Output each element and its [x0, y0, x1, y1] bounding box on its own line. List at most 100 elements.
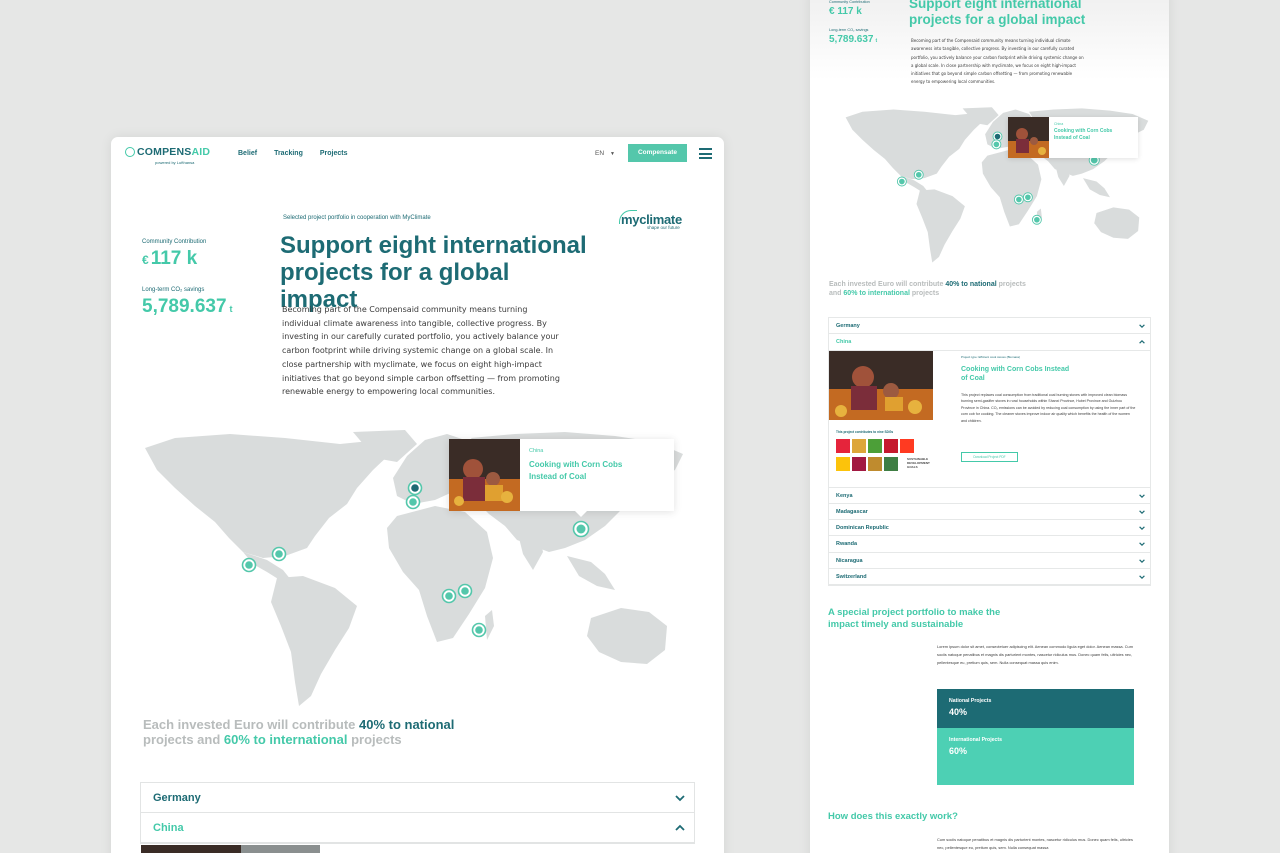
- accordion-row-china[interactable]: China: [141, 813, 694, 843]
- pin-kenya[interactable]: [457, 583, 473, 599]
- language-selector[interactable]: EN ▼: [595, 150, 615, 157]
- nav-links: Belief Tracking Projects: [238, 150, 347, 157]
- logo-main: COMPENS: [137, 146, 192, 158]
- how-it-works-body: Cum sociis natoque penatibus et magnis d…: [937, 837, 1133, 851]
- logo-subline: powered by Lufthansa: [155, 160, 195, 165]
- language-label: EN: [595, 150, 605, 157]
- hero-headline: Support eight international projects for…: [909, 0, 1086, 27]
- accordion-row-rwanda[interactable]: Rwanda: [829, 536, 1150, 553]
- pin-germany[interactable]: [407, 480, 423, 496]
- accordion-row-dominican-republic[interactable]: Dominican Republic: [829, 520, 1150, 537]
- sdg-tile-icon: [852, 438, 866, 453]
- north-america-shape: [145, 434, 390, 558]
- pin-china[interactable]: [572, 520, 590, 538]
- southeast-asia-shape: [567, 556, 615, 590]
- nav-link-belief[interactable]: Belief: [238, 150, 257, 157]
- desktop-page-window: COMPENSAID powered by Lufthansa Belief T…: [111, 137, 724, 853]
- sdg-tile-icon: [884, 438, 898, 453]
- sdg-tile-icon: [836, 438, 850, 453]
- pin-dominican-republic[interactable]: [271, 546, 287, 562]
- south-america-shape: [271, 576, 357, 706]
- sdg-tile-icon: [852, 456, 866, 471]
- accordion-row-germany[interactable]: Germany: [829, 318, 1150, 335]
- pin-switzerland[interactable]: [991, 139, 1002, 150]
- split-national: 40% to national: [945, 281, 997, 288]
- pin-madagascar[interactable]: [471, 622, 487, 638]
- hamburger-menu-icon[interactable]: [699, 148, 712, 159]
- co2-savings-value: 5,789.637 t: [142, 296, 233, 318]
- split-suffix: projects: [911, 290, 940, 297]
- full-page-preview-window: Community Contribution € 117 k Long-term…: [810, 0, 1169, 853]
- australia-shape: [587, 608, 667, 664]
- sdg-logo: SUSTAINABLE DEVELOPMENT GOALS: [907, 456, 930, 469]
- china-project-photo: [141, 845, 320, 853]
- accordion-row-china[interactable]: China: [829, 334, 1150, 351]
- project-type: Project type: Efficient cook stoves (Bio…: [961, 354, 1021, 359]
- accordion-row-madagascar[interactable]: Madagascar: [829, 504, 1150, 521]
- accordion-label: Dominican Republic: [836, 525, 889, 532]
- accordion-label: Madagascar: [836, 508, 868, 515]
- split-prefix: Each invested Euro will contribute: [143, 717, 356, 732]
- sdg-tile-icon: [900, 438, 914, 453]
- national-projects-label: National Projects: [949, 698, 992, 704]
- africa-shape: [387, 506, 493, 642]
- chevron-down-icon: [675, 795, 685, 802]
- compensaid-logo[interactable]: COMPENSAID powered by Lufthansa: [125, 146, 210, 168]
- accordion-row-kenya[interactable]: Kenya: [829, 488, 1150, 504]
- pin-rwanda[interactable]: [441, 588, 457, 604]
- chevron-up-icon: [1139, 340, 1145, 344]
- myclimate-logo[interactable]: myclimate shape our future: [619, 210, 689, 236]
- pin-dominican-republic[interactable]: [913, 169, 924, 180]
- sdg-tile-icon: [868, 438, 882, 453]
- pin-switzerland[interactable]: [405, 494, 421, 510]
- co2-amount: 5,789.637: [829, 34, 874, 45]
- compensate-button[interactable]: Compensate: [628, 144, 687, 162]
- community-amount: 117 k: [150, 248, 198, 269]
- special-portfolio-heading: A special project portfolio to make the …: [828, 607, 1001, 630]
- accordion-row-nicaragua[interactable]: Nicaragua: [829, 553, 1150, 570]
- accordion-row-germany[interactable]: Germany: [141, 783, 694, 813]
- split-suffix: projects: [351, 732, 402, 747]
- national-projects-bar: National Projects 40%: [937, 689, 1134, 728]
- chevron-down-icon: [1139, 526, 1145, 531]
- contribution-split-text: Each invested Euro will contribute 40% t…: [143, 717, 473, 747]
- sdg-tile-icon: [868, 456, 882, 471]
- co2-savings-value: 5,789.637 t: [829, 34, 877, 45]
- project-photo: [449, 439, 520, 511]
- split-international: 60% to international: [843, 290, 910, 297]
- national-projects-value: 40%: [949, 707, 968, 717]
- international-projects-label: International Projects: [949, 737, 1003, 743]
- pin-nicaragua[interactable]: [241, 557, 257, 573]
- community-contribution-value: €117 k: [142, 248, 197, 270]
- accordion-label: Germany: [153, 792, 201, 804]
- chevron-down-icon: [1139, 559, 1145, 563]
- split-middle: projects and: [143, 732, 221, 747]
- chevron-down-icon: [1139, 542, 1145, 547]
- pin-nicaragua[interactable]: [896, 176, 907, 187]
- split-prefix: Each invested Euro will contribute: [829, 281, 944, 288]
- pin-madagascar[interactable]: [1031, 214, 1042, 225]
- contribution-split-text: Each invested Euro will contribute 40% t…: [829, 280, 1029, 298]
- accordion-label: Rwanda: [836, 541, 858, 548]
- india-shape: [517, 530, 543, 570]
- download-pdf-button[interactable]: Download Project PDF: [961, 451, 1018, 462]
- sdg-tile-icon: [836, 456, 850, 471]
- accordion-row-switzerland[interactable]: Switzerland: [829, 569, 1150, 586]
- currency-symbol: €: [142, 253, 149, 267]
- map-card-title: Cooking with Corn Cobs Instead of Coal: [529, 460, 623, 481]
- accordion-label: Nicaragua: [836, 557, 863, 564]
- map-project-card[interactable]: China Cooking with Corn Cobs Instead of …: [449, 439, 674, 517]
- nav-link-tracking[interactable]: Tracking: [274, 150, 303, 157]
- map-card-country: China: [529, 448, 544, 454]
- pin-kenya[interactable]: [1022, 192, 1033, 203]
- hero-eyebrow: Selected project portfolio in cooperatio…: [283, 215, 431, 221]
- map-project-card[interactable]: China Cooking with Corn Cobs Instead of …: [1008, 117, 1138, 158]
- pin-rwanda[interactable]: [1013, 194, 1024, 205]
- community-contribution-value: € 117 k: [829, 6, 862, 17]
- top-navigation: COMPENSAID powered by Lufthansa Belief T…: [111, 137, 724, 169]
- nav-link-projects[interactable]: Projects: [320, 150, 348, 157]
- hero-headline: Support eight international projects for…: [280, 232, 587, 313]
- currency-symbol: €: [829, 6, 835, 17]
- hero-body: Becoming part of the Compensaid communit…: [911, 38, 1084, 85]
- china-project-detail: This project contributes to nine SDGs SU…: [829, 350, 1150, 488]
